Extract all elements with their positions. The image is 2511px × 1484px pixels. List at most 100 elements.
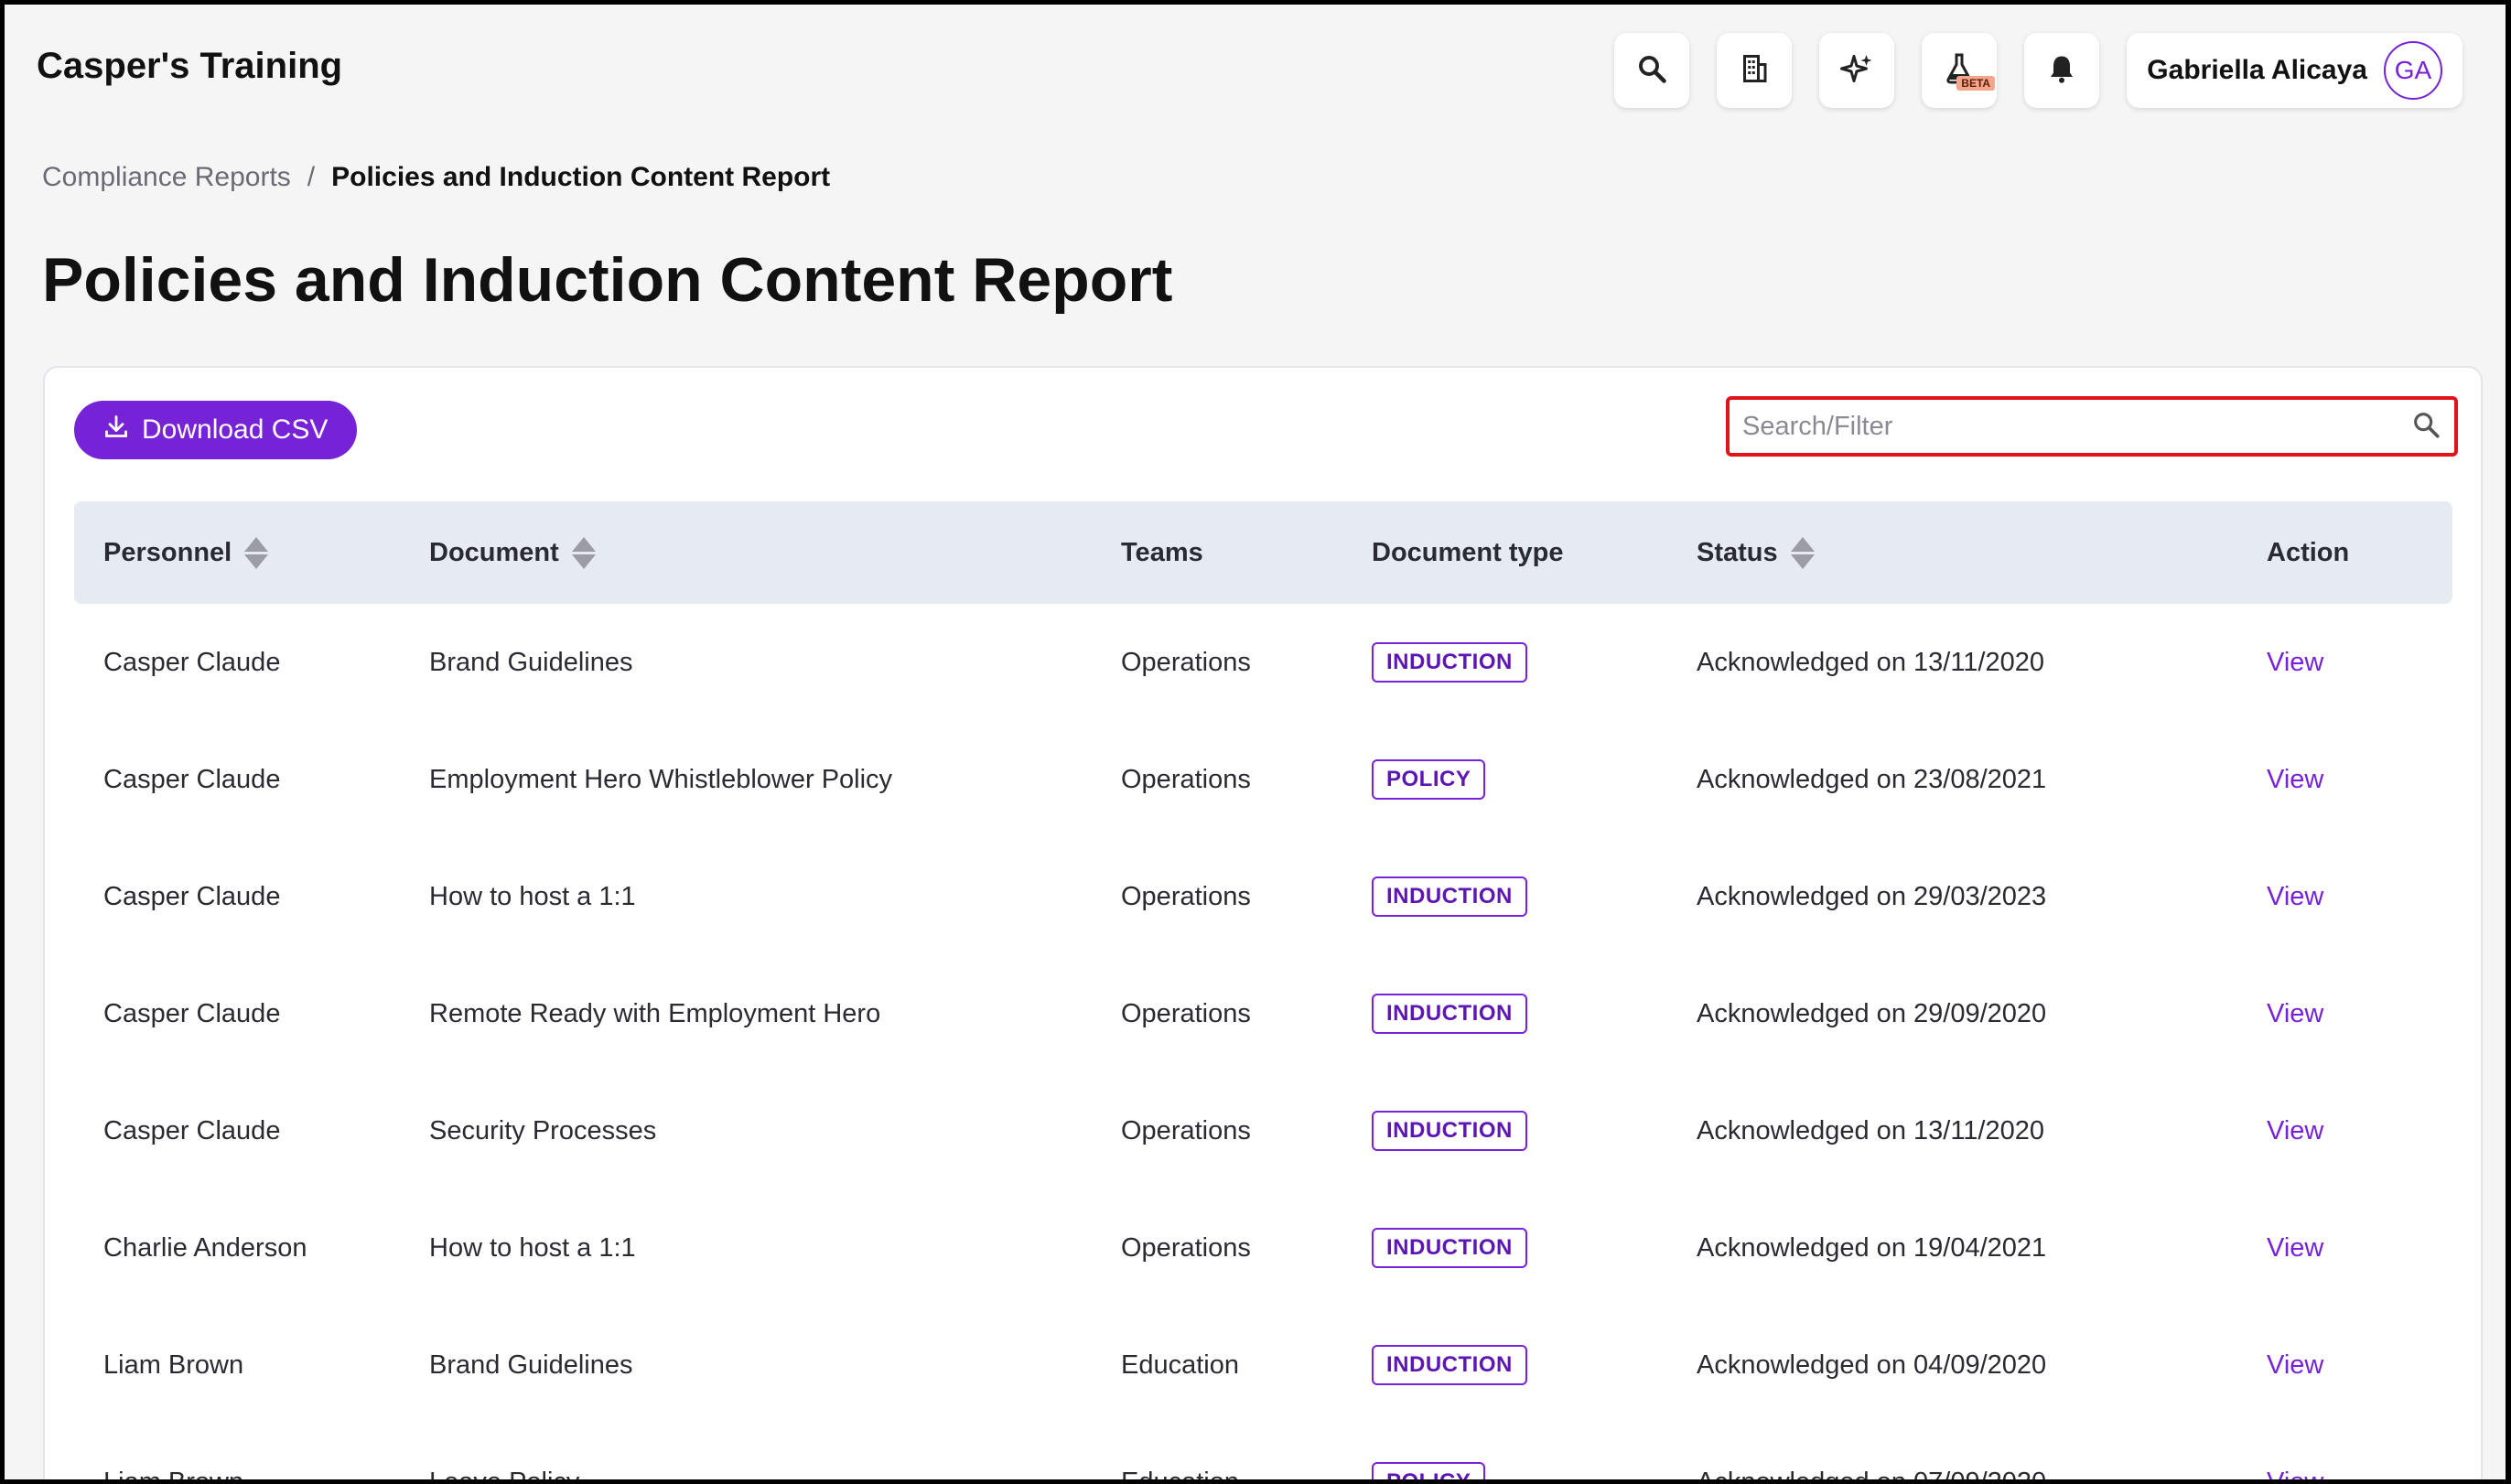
document-type-badge: INDUCTION [1372, 642, 1527, 683]
building-icon [1738, 52, 1771, 90]
breadcrumb-compliance-reports[interactable]: Compliance Reports [42, 162, 291, 193]
organisation-button[interactable] [1717, 33, 1793, 108]
cell-action: View [2267, 648, 2452, 678]
cell-document: Brand Guidelines [429, 647, 633, 677]
table-row: Casper Claude How to host a 1:1 Operatio… [74, 838, 2452, 955]
sort-icon[interactable] [571, 536, 596, 569]
document-type-badge: POLICY [1372, 759, 1486, 800]
cell-teams: Education [1121, 1350, 1239, 1380]
app-frame: Casper's Training BETA Gabriella Alicaya… [5, 5, 2506, 1479]
header-action: Action [2267, 537, 2350, 567]
cell-action: View [2267, 882, 2452, 912]
table-row: Liam Brown Brand Guidelines Education IN… [74, 1307, 2452, 1424]
document-type-badge: INDUCTION [1372, 1345, 1527, 1385]
document-type-badge: INDUCTION [1372, 876, 1527, 917]
cell-document-type: INDUCTION [1372, 642, 1697, 683]
beta-labs-button[interactable]: BETA [1922, 33, 1998, 108]
view-link[interactable]: View [2267, 882, 2323, 911]
cell-teams: Education [1121, 1468, 1372, 1480]
cell-document-type: POLICY [1372, 759, 1697, 800]
table-row: Casper Claude Remote Ready with Employme… [74, 955, 2452, 1072]
cell-personnel: Casper Claude [103, 1115, 281, 1145]
cell-teams: Operations [1121, 1115, 1251, 1145]
cell-teams: Operations [1121, 647, 1251, 677]
view-link[interactable]: View [2267, 1233, 2323, 1263]
cell-personnel: Liam Brown [74, 1468, 429, 1480]
cell-action: View [2267, 1116, 2452, 1146]
view-link[interactable]: View [2267, 648, 2323, 677]
cell-personnel: Liam Brown [103, 1350, 244, 1380]
cell-action: View [2267, 1233, 2452, 1264]
cell-personnel: Casper Claude [103, 647, 281, 677]
cell-status: Acknowledged on 13/11/2020 [1697, 1115, 2044, 1145]
cell-document: Leave Policy [429, 1468, 1121, 1480]
user-menu[interactable]: Gabriella Alicaya GA [2127, 33, 2463, 108]
view-link[interactable]: View [2267, 1116, 2323, 1145]
cell-personnel: Charlie Anderson [103, 1232, 307, 1263]
table-row: Casper Claude Brand Guidelines Operation… [74, 604, 2452, 721]
cell-document-type: POLICY [1372, 1462, 1697, 1479]
view-link[interactable]: View [2267, 1468, 2323, 1480]
header-document-label: Document [429, 537, 559, 567]
cell-document-type: INDUCTION [1372, 1345, 1697, 1385]
cell-personnel: Casper Claude [103, 881, 281, 911]
cell-teams: Operations [1121, 881, 1251, 911]
search-input[interactable] [1742, 411, 2410, 442]
view-link[interactable]: View [2267, 1350, 2323, 1380]
ai-assistant-button[interactable] [1819, 33, 1895, 108]
search-icon[interactable] [2410, 409, 2441, 445]
bell-icon [2045, 52, 2078, 90]
breadcrumb-separator: / [307, 162, 316, 192]
cell-status: Acknowledged on 19/04/2021 [1697, 1232, 2047, 1263]
cell-action: View [2267, 1350, 2452, 1381]
cell-action: View [2267, 765, 2452, 795]
app-title: Casper's Training [37, 46, 343, 86]
header-status-label: Status [1697, 537, 1778, 567]
cell-status: Acknowledged on 29/03/2023 [1697, 881, 2047, 911]
table-row: Casper Claude Employment Hero Whistleblo… [74, 721, 2452, 838]
cell-document: Remote Ready with Employment Hero [429, 998, 881, 1028]
sort-icon[interactable] [244, 536, 269, 569]
top-actions: BETA Gabriella Alicaya GA [1614, 33, 2463, 108]
header-personnel-label: Personnel [103, 537, 232, 567]
view-link[interactable]: View [2267, 765, 2323, 794]
header-personnel[interactable]: Personnel [74, 536, 429, 569]
report-table: Personnel Document Teams Document type S… [74, 501, 2452, 1479]
header-document[interactable]: Document [429, 536, 1121, 569]
search-icon [1635, 52, 1668, 90]
view-link[interactable]: View [2267, 999, 2323, 1028]
table-row: Casper Claude Security Processes Operati… [74, 1072, 2452, 1189]
avatar: GA [2384, 41, 2442, 100]
document-type-badge: INDUCTION [1372, 994, 1527, 1034]
search-filter [1726, 396, 2458, 457]
page-title: Policies and Induction Content Report [42, 245, 1173, 315]
sort-icon[interactable] [1790, 536, 1815, 569]
document-type-badge: INDUCTION [1372, 1111, 1527, 1151]
notifications-button[interactable] [2024, 33, 2100, 108]
cell-document: How to host a 1:1 [429, 881, 636, 911]
header-teams: Teams [1121, 537, 1203, 567]
user-name: Gabriella Alicaya [2147, 55, 2367, 85]
document-type-badge: INDUCTION [1372, 1228, 1527, 1268]
cell-teams: Operations [1121, 998, 1251, 1028]
cell-personnel: Casper Claude [103, 764, 281, 794]
table-row: Liam Brown Leave Policy Education POLICY… [74, 1424, 2452, 1479]
cell-action: View [2267, 999, 2452, 1029]
cell-document: How to host a 1:1 [429, 1232, 636, 1263]
cell-document: Brand Guidelines [429, 1350, 633, 1380]
cell-teams: Operations [1121, 764, 1251, 794]
cell-document: Employment Hero Whistleblower Policy [429, 764, 893, 794]
search-button[interactable] [1614, 33, 1690, 108]
header-status[interactable]: Status [1697, 536, 2267, 569]
cell-teams: Operations [1121, 1232, 1251, 1263]
report-card: Download CSV Personnel Document Teams Do… [43, 366, 2483, 1479]
cell-document: Security Processes [429, 1115, 657, 1145]
cell-document-type: INDUCTION [1372, 876, 1697, 917]
cell-personnel: Casper Claude [103, 998, 281, 1028]
cell-status: Acknowledged on 29/09/2020 [1697, 998, 2047, 1028]
document-type-badge: POLICY [1372, 1462, 1486, 1479]
download-csv-button[interactable]: Download CSV [74, 401, 358, 459]
download-csv-label: Download CSV [142, 414, 329, 445]
cell-document-type: INDUCTION [1372, 1228, 1697, 1268]
cell-action: View [2267, 1468, 2452, 1480]
